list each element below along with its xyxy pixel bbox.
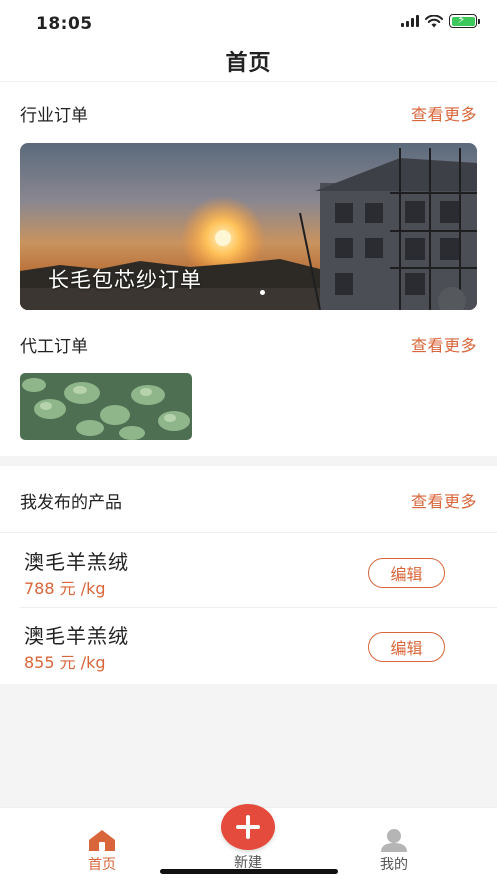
edit-product-button[interactable]: 编辑	[368, 632, 445, 662]
divider	[0, 532, 497, 533]
product-name: 澳毛羊羔绒	[24, 550, 129, 574]
status-icons	[401, 13, 480, 28]
my-products-see-more-link[interactable]: 查看更多	[411, 488, 477, 512]
product-name: 澳毛羊羔绒	[24, 624, 129, 648]
tab-me-label: 我的	[380, 857, 408, 873]
section-title: 代工订单	[20, 336, 88, 357]
user-icon	[381, 829, 407, 852]
tab-me[interactable]: 我的	[334, 808, 454, 883]
section-title: 我发布的产品	[20, 492, 122, 513]
home-indicator	[160, 869, 338, 874]
product-list-item[interactable]: 澳毛羊羔绒 855 元 /kg 编辑	[0, 608, 497, 682]
lily-pad-image	[20, 373, 192, 440]
carousel-indicator-dot	[260, 290, 265, 295]
tab-home[interactable]: 首页	[42, 808, 162, 883]
edit-product-button[interactable]: 编辑	[368, 558, 445, 588]
wifi-icon	[425, 14, 443, 27]
battery-charging-icon	[449, 13, 480, 28]
banner-caption: 长毛包芯纱订单	[48, 268, 202, 292]
industry-order-banner[interactable]: 长毛包芯纱订单	[20, 143, 477, 310]
product-price: 855 元 /kg	[24, 653, 106, 672]
tab-home-label: 首页	[88, 857, 116, 873]
create-new-button[interactable]	[221, 804, 275, 850]
oem-orders-header: 代工订单 查看更多	[20, 332, 477, 357]
plus-icon	[236, 815, 260, 839]
oem-order-thumbnail[interactable]	[20, 373, 192, 440]
section-title: 行业订单	[20, 105, 88, 126]
home-icon	[89, 830, 115, 851]
my-products-header: 我发布的产品 查看更多	[20, 488, 477, 513]
status-bar: 18:05	[0, 0, 497, 40]
page-title: 首页	[225, 50, 272, 76]
cellular-signal-icon	[401, 15, 419, 27]
industry-orders-see-more-link[interactable]: 查看更多	[411, 101, 477, 125]
nav-bar: 首页	[0, 40, 497, 82]
status-time: 18:05	[36, 14, 93, 34]
product-price: 788 元 /kg	[24, 579, 106, 598]
product-list-item[interactable]: 澳毛羊羔绒 788 元 /kg 编辑	[0, 534, 497, 608]
oem-orders-see-more-link[interactable]: 查看更多	[411, 332, 477, 356]
industry-orders-header: 行业订单 查看更多	[20, 101, 477, 126]
